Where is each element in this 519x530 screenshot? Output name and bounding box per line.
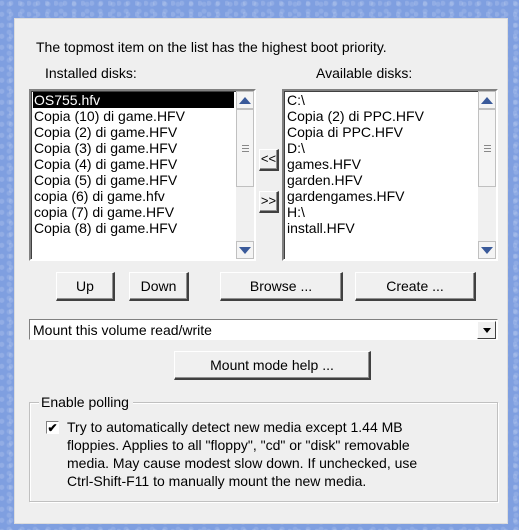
list-item[interactable]: Copia (2) di game.HFV	[33, 124, 234, 140]
polling-line: Ctrl-Shift-F11 to manually mount the new…	[67, 473, 367, 489]
remove-disk-button[interactable]: >>	[259, 191, 279, 213]
arrow-down-icon	[239, 246, 251, 254]
mount-mode-select[interactable]: Mount this volume read/write	[29, 319, 498, 340]
scroll-down-button[interactable]	[236, 241, 254, 259]
installed-disks-items: OS755.hfv Copia (10) di game.HFV Copia (2)…	[33, 92, 234, 259]
installed-disks-label: Installed disks:	[45, 65, 137, 81]
list-item[interactable]: Copia di PPC.HFV	[286, 124, 476, 140]
add-disk-button[interactable]: <<	[259, 149, 279, 171]
list-item[interactable]: install.HFV	[286, 220, 476, 236]
checkmark-icon: ✔	[47, 421, 58, 435]
polling-line: Try to automatically detect new media ex…	[67, 419, 403, 435]
list-item[interactable]: copia (7) di game.HFV	[33, 204, 234, 220]
available-disks-label: Available disks:	[316, 65, 413, 81]
available-disks-list[interactable]: C:\ Copia (2) di PPC.HFV Copia di PPC.HFV D…	[282, 89, 498, 261]
mount-mode-help-button[interactable]: Mount mode help ...	[174, 351, 371, 380]
installed-disks-list[interactable]: OS755.hfv Copia (10) di game.HFV Copia (2)…	[29, 89, 256, 261]
grip-icon	[241, 144, 249, 152]
list-item[interactable]: C:\	[286, 92, 476, 108]
polling-checkbox[interactable]: ✔	[46, 421, 59, 434]
scroll-thumb[interactable]	[478, 109, 496, 187]
polling-line: media. May cause modest slow down. If un…	[67, 455, 418, 471]
down-button[interactable]: Down	[129, 272, 189, 301]
polling-group-label: Enable polling	[39, 394, 133, 410]
polling-line: floppies. Applies to all "floppy", "cd" …	[67, 437, 410, 453]
list-item[interactable]: H:\	[286, 204, 476, 220]
available-disks-items: C:\ Copia (2) di PPC.HFV Copia di PPC.HFV D…	[286, 92, 476, 259]
create-button[interactable]: Create ...	[355, 272, 476, 301]
grip-icon	[483, 144, 491, 152]
list-item[interactable]: D:\	[286, 140, 476, 156]
scroll-thumb[interactable]	[236, 109, 254, 187]
arrow-up-icon	[239, 96, 251, 104]
list-item[interactable]: Copia (10) di game.HFV	[33, 108, 234, 124]
list-item[interactable]: Copia (8) di game.HFV	[33, 220, 234, 236]
list-item[interactable]: garden.HFV	[286, 172, 476, 188]
boot-priority-note: The topmost item on the list has the hig…	[36, 39, 387, 55]
browse-button[interactable]: Browse ...	[220, 272, 343, 301]
list-item[interactable]: Copia (5) di game.HFV	[33, 172, 234, 188]
list-item[interactable]: OS755.hfv	[33, 92, 234, 108]
list-item[interactable]: Copia (3) di game.HFV	[33, 140, 234, 156]
mount-mode-value: Mount this volume read/write	[33, 322, 212, 338]
arrow-up-icon	[481, 96, 493, 104]
list-item[interactable]: Copia (4) di game.HFV	[33, 156, 234, 172]
polling-description: Try to automatically detect new media ex…	[67, 418, 417, 490]
list-item[interactable]: gardengames.HFV	[286, 188, 476, 204]
scroll-down-button[interactable]	[478, 241, 496, 259]
list-item[interactable]: games.HFV	[286, 156, 476, 172]
disk-settings-panel: The topmost item on the list has the hig…	[14, 18, 508, 524]
scroll-up-button[interactable]	[236, 91, 254, 109]
scroll-up-button[interactable]	[478, 91, 496, 109]
chevron-down-icon	[482, 327, 491, 333]
installed-scrollbar[interactable]	[236, 91, 254, 259]
arrow-down-icon	[481, 246, 493, 254]
list-item[interactable]: copia (6) di game.hfv	[33, 188, 234, 204]
available-scrollbar[interactable]	[478, 91, 496, 259]
up-button[interactable]: Up	[56, 272, 115, 301]
dropdown-button[interactable]	[477, 321, 496, 339]
list-item[interactable]: Copia (2) di PPC.HFV	[286, 108, 476, 124]
